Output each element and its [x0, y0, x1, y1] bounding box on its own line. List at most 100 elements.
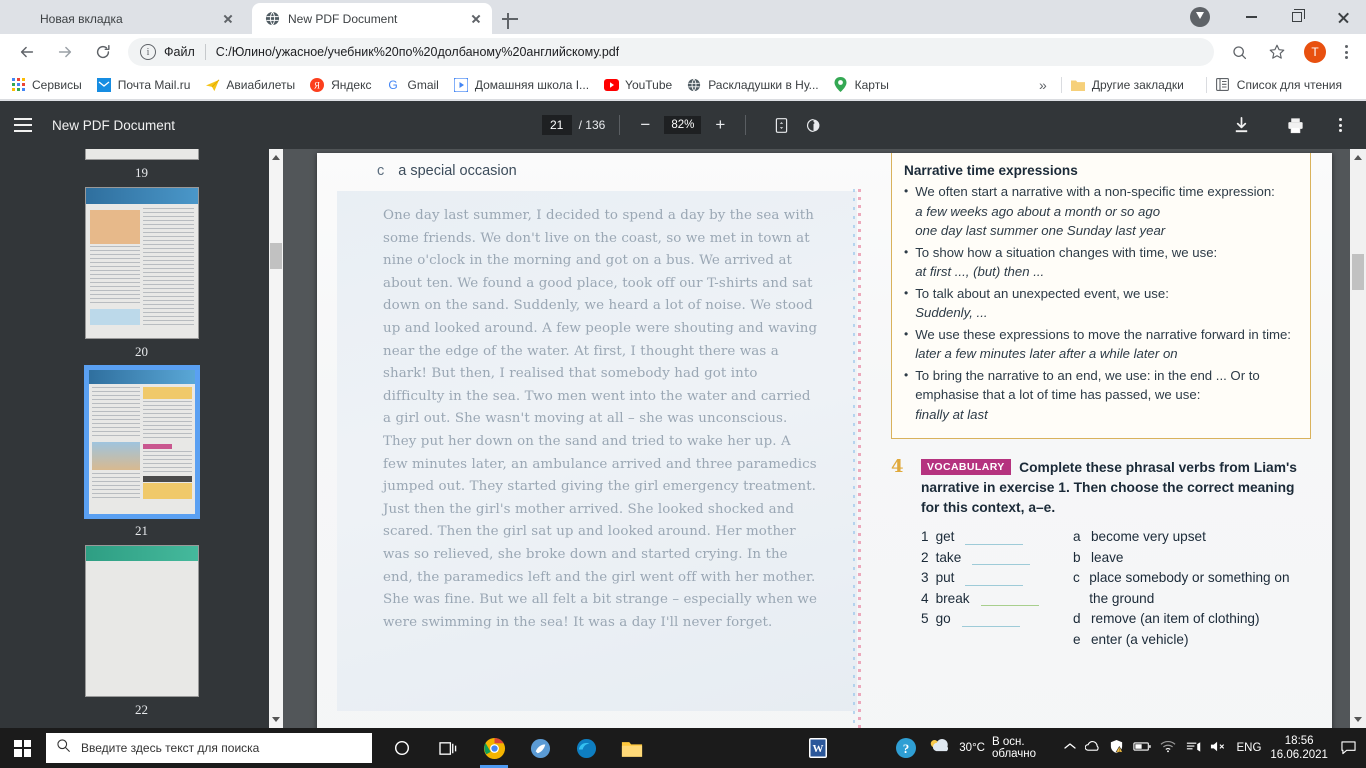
close-window-button[interactable]	[1320, 0, 1366, 34]
thumbnail-item[interactable]: 20	[0, 187, 283, 360]
rotate-icon[interactable]	[802, 114, 824, 136]
avatar[interactable]: T	[1304, 41, 1326, 63]
thumbnail-item-selected[interactable]: 21	[0, 365, 283, 539]
zoom-search-icon[interactable]	[1225, 38, 1253, 66]
toolbar-right: T	[1220, 38, 1358, 66]
page-number-input[interactable]: 21	[541, 115, 572, 135]
action-center-icon[interactable]	[1337, 737, 1360, 759]
onedrive-icon[interactable]	[1085, 740, 1100, 756]
reading-list-icon	[1215, 77, 1231, 93]
answer-blank[interactable]	[980, 586, 1039, 606]
globe-icon	[264, 11, 280, 27]
answer-blank[interactable]	[961, 606, 1020, 627]
search-placeholder: Введите здесь текст для поиска	[80, 741, 260, 755]
taskbar-search[interactable]: Введите здесь текст для поиска	[45, 733, 373, 763]
reading-list-button[interactable]: Список для чтения	[1215, 77, 1342, 93]
zoom-out-button[interactable]: −	[634, 115, 656, 135]
scrollbar-thumb[interactable]	[1352, 254, 1364, 290]
scrollbar-thumb[interactable]	[270, 243, 282, 269]
scroll-up-icon[interactable]	[1354, 155, 1362, 160]
taskbar-clock[interactable]: 18:56 16.06.2021	[1270, 734, 1328, 762]
exercise-body: 1 get 2 take 3 put 4 break 5 go a become…	[921, 527, 1311, 650]
security-warning-icon[interactable]: !	[1109, 739, 1124, 757]
thumbnail-list: 19 20 21 22	[0, 149, 283, 724]
word-icon[interactable]: W	[796, 728, 840, 768]
tab-favicon	[16, 11, 32, 27]
download-icon[interactable]	[1230, 114, 1252, 136]
meaning-letter: b	[1073, 549, 1081, 565]
bookmark-aviabilety[interactable]: Авиабилеты	[204, 77, 295, 93]
zoom-level-label[interactable]: 82%	[664, 116, 702, 134]
tab-new-pdf-document[interactable]: New PDF Document	[252, 3, 492, 34]
back-button[interactable]	[13, 38, 41, 66]
start-button[interactable]	[0, 728, 46, 768]
meaning-row: d remove (an item of clothing)	[1073, 609, 1311, 630]
reload-button[interactable]	[89, 38, 117, 66]
answer-blank[interactable]	[965, 565, 1024, 586]
close-icon[interactable]	[468, 11, 484, 27]
cortana-icon[interactable]	[380, 728, 424, 768]
volume-muted-icon[interactable]	[1210, 740, 1227, 756]
pdf-toolbar: New PDF Document 21 / 136 − 82% +	[0, 101, 1366, 149]
sidebar-scrollbar[interactable]	[269, 149, 283, 728]
answer-blank[interactable]	[965, 524, 1024, 545]
verb-word: go	[935, 611, 951, 626]
close-icon[interactable]	[220, 11, 236, 27]
bookmark-gmail[interactable]: G Gmail	[385, 77, 439, 93]
bookmark-yandex[interactable]: Я Яндекс	[309, 77, 371, 93]
info-icon[interactable]: i	[140, 44, 156, 60]
thumbnail-label: 21	[135, 523, 148, 538]
chrome-menu-button[interactable]	[1334, 40, 1358, 64]
chrome-icon[interactable]	[472, 728, 516, 768]
thumbnail-item[interactable]: 22	[0, 545, 283, 718]
scroll-down-icon[interactable]	[1354, 717, 1362, 722]
fit-page-icon[interactable]	[770, 114, 792, 136]
grammar-bullet: • To bring the narrative to an end, we u…	[904, 366, 1296, 425]
zoom-in-button[interactable]: +	[709, 115, 731, 135]
file-explorer-icon[interactable]	[610, 728, 654, 768]
wifi-icon[interactable]	[1160, 740, 1176, 756]
help-icon[interactable]: ?	[884, 728, 928, 768]
bookmarks-overflow-button[interactable]: »	[1039, 77, 1047, 93]
bookmark-youtube[interactable]: YouTube	[603, 77, 672, 93]
other-bookmarks-folder[interactable]: Другие закладки	[1070, 77, 1184, 93]
new-tab-button[interactable]	[500, 9, 520, 29]
meaning-text: become very upset	[1091, 529, 1206, 544]
bookmark-karty[interactable]: Карты	[833, 77, 889, 93]
verb-number: 3	[921, 570, 929, 585]
scroll-up-icon[interactable]	[272, 155, 280, 160]
task-view-icon[interactable]	[426, 728, 470, 768]
bookmark-raskladushki[interactable]: Раскладушки в Ну...	[686, 77, 819, 93]
paint-3d-icon[interactable]	[518, 728, 562, 768]
download-indicator-icon[interactable]	[1190, 7, 1210, 27]
address-bar[interactable]: i Файл C:/Юлино/ужасное/учебник%20по%20д…	[128, 38, 1214, 66]
maximize-button[interactable]	[1274, 0, 1320, 34]
network-icon[interactable]	[1185, 740, 1201, 756]
tab-novaya-vkladka[interactable]: Новая вкладка	[4, 3, 244, 34]
bullet-icon: •	[904, 244, 909, 259]
narrative-text: One day last summer, I decided to spend …	[383, 208, 818, 630]
tray-expand-icon[interactable]	[1064, 742, 1077, 754]
thumbnail-item[interactable]: 19	[0, 149, 283, 181]
minimize-button[interactable]	[1228, 0, 1274, 34]
thumbnail-sidebar[interactable]: 19 20 21 22	[0, 149, 283, 728]
answer-blank[interactable]	[972, 545, 1031, 565]
battery-icon[interactable]	[1133, 741, 1152, 755]
document-area[interactable]: c a special occasion One day last summer…	[283, 149, 1366, 728]
bookmark-mailru[interactable]: Почта Mail.ru	[96, 77, 190, 93]
scroll-down-icon[interactable]	[272, 717, 280, 722]
edge-icon[interactable]	[564, 728, 608, 768]
verb-number: 1	[921, 529, 929, 544]
language-indicator[interactable]: ENG	[1236, 742, 1261, 754]
print-icon[interactable]	[1284, 114, 1306, 136]
bookmark-star-icon[interactable]	[1263, 38, 1291, 66]
bookmark-servisy[interactable]: Сервисы	[10, 77, 82, 93]
document-scrollbar[interactable]	[1350, 149, 1366, 728]
weather-widget[interactable]: 30°C В осн. облачно	[928, 736, 1055, 760]
forward-button[interactable]	[51, 38, 79, 66]
bookmark-domashnyaya-shkola[interactable]: Домашняя школа I...	[453, 77, 589, 93]
more-vertical-icon[interactable]	[1328, 113, 1352, 137]
clock-time: 18:56	[1284, 735, 1314, 747]
divider	[1205, 76, 1207, 93]
grammar-box: Narrative time expressions • We often st…	[891, 153, 1311, 439]
